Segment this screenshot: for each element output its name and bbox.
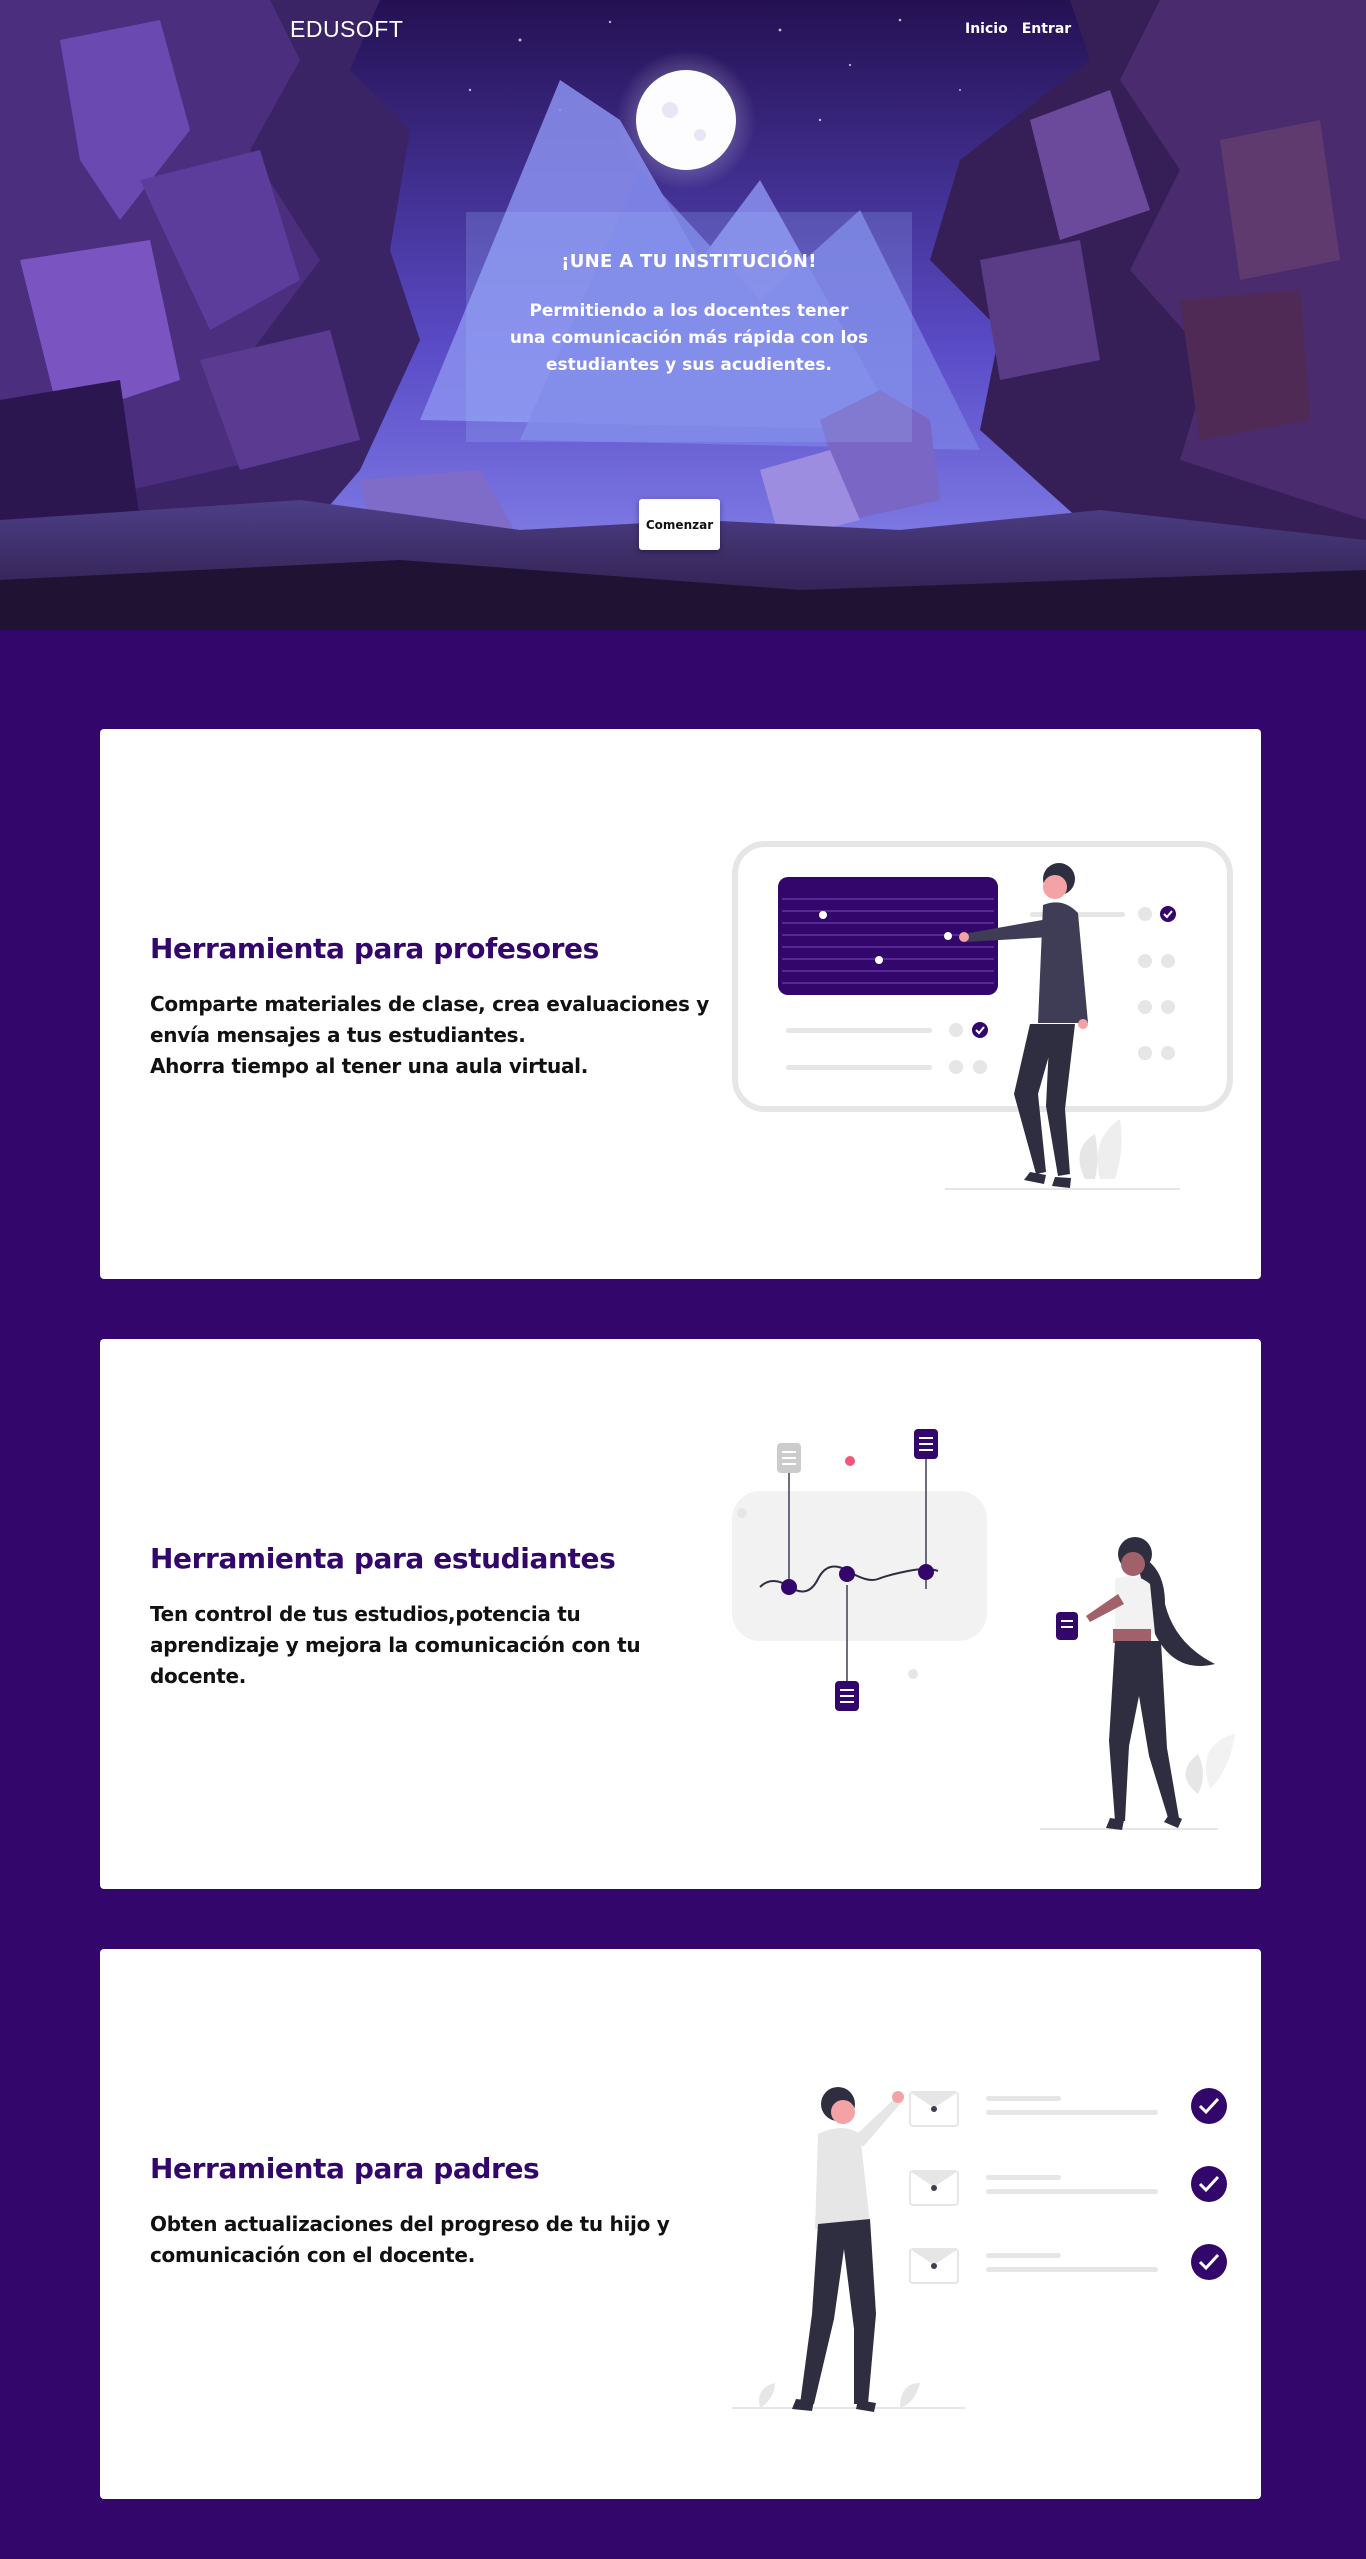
- feature-description: Comparte materiales de clase, crea evalu…: [150, 989, 710, 1082]
- hero-callout: ¡UNE A TU INSTITUCIÓN! Permitiendo a los…: [466, 212, 912, 442]
- feature-line: Ahorra tiempo al tener una aula virtual.: [150, 1054, 589, 1078]
- feature-card-parents: Herramienta para padres Obten actualizac…: [100, 1949, 1261, 2499]
- feature-text: Herramienta para profesores Comparte mat…: [150, 932, 710, 1082]
- teacher-presenting-board-illustration: [732, 841, 1233, 1190]
- feature-line: Comparte materiales de clase, crea evalu…: [150, 992, 709, 1047]
- feature-description: Ten control de tus estudios,potencia tu …: [150, 1599, 710, 1692]
- hero-section: EDUSOFT Inicio Entrar ¡UNE A TU INSTITUC…: [0, 0, 1366, 630]
- hero-subtitle: Permitiendo a los docentes tener una com…: [509, 301, 869, 375]
- brand-logo[interactable]: EDUSOFT: [290, 16, 403, 43]
- parent-checklist-illustration: [732, 2087, 1227, 2412]
- top-nav: Inicio Entrar: [965, 21, 1071, 37]
- feature-line: Obten actualizaciones del progreso de tu…: [150, 2212, 670, 2267]
- feature-title: Herramienta para estudiantes: [150, 1542, 616, 1575]
- feature-title: Herramienta para profesores: [150, 932, 599, 965]
- feature-title: Herramienta para padres: [150, 2152, 540, 2185]
- feature-line: Ten control de tus estudios,potencia tu …: [150, 1602, 641, 1688]
- feature-text: Herramienta para estudiantes Ten control…: [150, 1542, 710, 1692]
- feature-description: Obten actualizaciones del progreso de tu…: [150, 2209, 710, 2271]
- feature-card-teachers: Herramienta para profesores Comparte mat…: [100, 729, 1261, 1279]
- start-button[interactable]: Comenzar: [639, 499, 720, 550]
- checklist-row: [909, 2166, 1227, 2206]
- hero-heading: ¡UNE A TU INSTITUCIÓN!: [561, 251, 817, 272]
- checklist-row: [909, 2244, 1227, 2284]
- nav-link-inicio[interactable]: Inicio: [965, 21, 1008, 37]
- feature-card-students: Herramienta para estudiantes Ten control…: [100, 1339, 1261, 1889]
- nav-link-entrar[interactable]: Entrar: [1022, 21, 1071, 37]
- checklist-row: [909, 2088, 1227, 2127]
- student-progress-chart-illustration: [732, 1429, 1235, 1830]
- feature-text: Herramienta para padres Obten actualizac…: [150, 2152, 710, 2271]
